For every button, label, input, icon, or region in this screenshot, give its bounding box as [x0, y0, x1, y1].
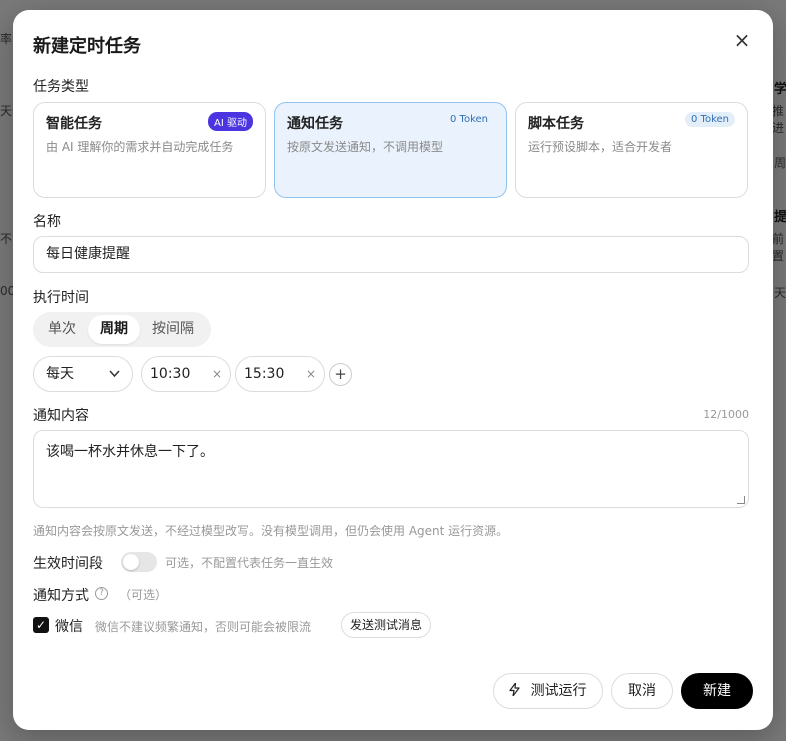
- schedule-label: 执行时间: [33, 290, 89, 306]
- help-icon[interactable]: ?: [95, 587, 108, 600]
- remove-time-icon[interactable]: ×: [306, 357, 316, 391]
- content-hint: 通知内容会按原文发送，不经过模型改写。没有模型调用，但仍会使用 Agent 运行…: [33, 524, 509, 538]
- cancel-button[interactable]: 取消: [611, 673, 673, 709]
- content-label: 通知内容: [33, 408, 89, 424]
- new-scheduled-task-dialog: 新建定时任务 × 任务类型 智能任务 由 AI 理解你的需求并自动完成任务 AI…: [13, 10, 773, 730]
- card-description: 按原文发送通知，不调用模型: [287, 140, 444, 154]
- optional-text: （可选）: [119, 588, 168, 602]
- active-period-label: 生效时间段: [33, 556, 103, 572]
- content-value: 该喝一杯水并休息一下了。: [46, 444, 214, 460]
- char-count: 12/1000: [703, 408, 749, 421]
- ai-badge: AI 驱动: [208, 112, 253, 131]
- create-button[interactable]: 新建: [681, 673, 753, 709]
- notification-content-textarea[interactable]: 该喝一杯水并休息一下了。: [33, 430, 749, 508]
- time-chip[interactable]: 10:30 ×: [141, 356, 231, 392]
- time-chip[interactable]: 15:30 ×: [235, 356, 325, 392]
- mode-once[interactable]: 单次: [36, 315, 88, 344]
- chevron-down-icon: [109, 357, 120, 404]
- notify-method-label: 通知方式: [33, 588, 89, 604]
- task-type-card-smart[interactable]: 智能任务 由 AI 理解你的需求并自动完成任务 AI 驱动: [33, 102, 266, 198]
- schedule-mode-segmented: 单次 周期 按间隔: [33, 312, 211, 347]
- mode-recurring[interactable]: 周期: [88, 315, 140, 344]
- task-type-label: 任务类型: [33, 79, 89, 95]
- mode-interval[interactable]: 按间隔: [140, 315, 206, 344]
- time-value: 15:30: [244, 366, 285, 382]
- wechat-hint: 微信不建议频繁通知，否则可能会被限流: [95, 620, 312, 634]
- frequency-value: 每天: [46, 366, 74, 382]
- dialog-title: 新建定时任务: [33, 36, 141, 57]
- remove-time-icon[interactable]: ×: [212, 357, 222, 391]
- task-type-card-notify[interactable]: 通知任务 按原文发送通知，不调用模型 0 Token: [274, 102, 507, 198]
- send-test-message-button[interactable]: 发送测试消息: [341, 612, 432, 638]
- close-icon[interactable]: ×: [731, 29, 753, 51]
- active-period-hint: 可选，不配置代表任务一直生效: [165, 556, 334, 570]
- card-description: 由 AI 理解你的需求并自动完成任务: [46, 140, 234, 154]
- name-label: 名称: [33, 214, 61, 230]
- time-value: 10:30: [150, 366, 191, 382]
- wechat-label[interactable]: 微信: [55, 616, 83, 636]
- wechat-checkbox[interactable]: ✓: [33, 617, 49, 633]
- name-input[interactable]: 每日健康提醒: [33, 236, 749, 273]
- test-run-label: 测试运行: [530, 683, 587, 699]
- task-type-card-script[interactable]: 脚本任务 运行预设脚本，适合开发者 0 Token: [515, 102, 748, 198]
- bolt-icon: [509, 682, 524, 699]
- test-run-button[interactable]: 测试运行: [493, 673, 603, 709]
- resize-handle-icon[interactable]: [737, 496, 745, 504]
- card-description: 运行预设脚本，适合开发者: [528, 140, 673, 154]
- frequency-select[interactable]: 每天: [33, 356, 133, 392]
- token-badge: 0 Token: [685, 112, 735, 127]
- toggle-knob: [123, 554, 139, 570]
- token-badge: 0 Token: [450, 114, 488, 125]
- add-time-button[interactable]: +: [329, 363, 352, 386]
- active-period-toggle[interactable]: [121, 552, 157, 572]
